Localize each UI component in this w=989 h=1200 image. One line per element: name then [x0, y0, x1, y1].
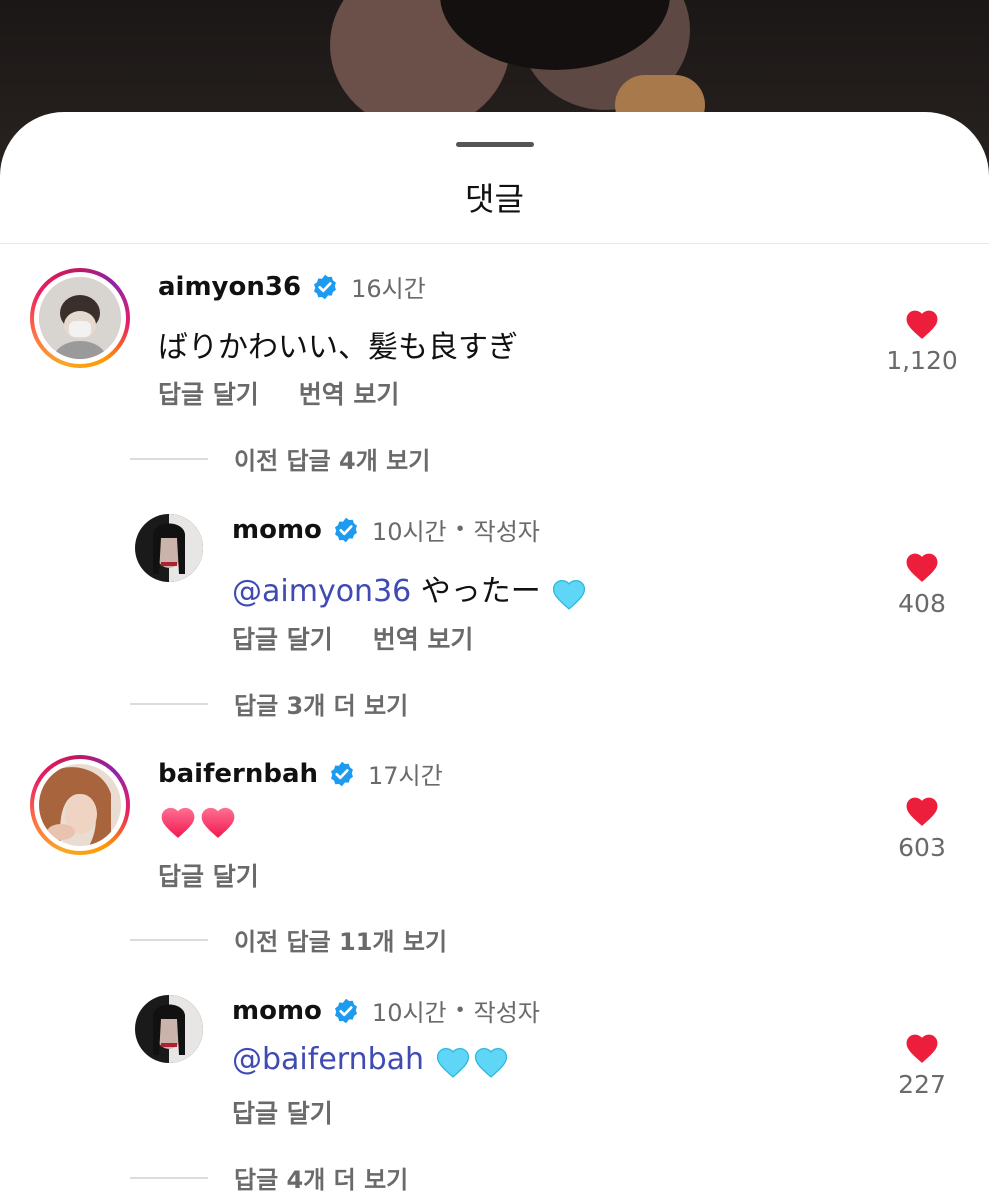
separator-dot: •: [456, 999, 464, 1021]
like-count: 227: [898, 1070, 946, 1099]
like-button[interactable]: 1,120: [877, 306, 967, 375]
view-replies-label: 답글 3개 더 보기: [234, 692, 409, 720]
avatar[interactable]: [135, 514, 203, 582]
view-replies-button[interactable]: 답글 4개 더 보기: [130, 1160, 408, 1195]
heart-icon: [906, 310, 938, 339]
comment-text: @aimyon36 やったー: [232, 566, 588, 610]
avatar[interactable]: [30, 268, 130, 368]
verified-badge-icon: [334, 517, 357, 542]
username[interactable]: baifernbah: [158, 759, 318, 789]
like-count: 408: [898, 589, 946, 618]
like-button[interactable]: 603: [877, 793, 967, 862]
light-blue-heart-icon: [474, 1047, 507, 1078]
author-tag: 작성자: [473, 518, 540, 546]
pink-heart-icon: [201, 807, 235, 838]
comment-time: 10시간: [371, 999, 447, 1027]
mention-link[interactable]: @aimyon36: [232, 574, 411, 609]
reply-button[interactable]: 답글 달기: [232, 1094, 333, 1130]
comment-time: 17시간: [368, 762, 443, 790]
avatar[interactable]: [30, 755, 130, 855]
translate-button[interactable]: 번역 보기: [373, 620, 474, 656]
author-tag: 작성자: [473, 999, 540, 1027]
reply-button[interactable]: 답글 달기: [158, 375, 259, 411]
header-divider: [0, 243, 989, 244]
comment-time: 10시간: [371, 518, 447, 546]
username[interactable]: momo: [232, 996, 322, 1026]
verified-badge-icon: [331, 761, 353, 786]
drag-handle-icon[interactable]: [456, 142, 534, 147]
comment-text-body: やったー: [411, 574, 541, 609]
username[interactable]: momo: [232, 515, 322, 545]
verified-badge-icon: [334, 998, 357, 1023]
comment-text: ばりかわいい、髪も良すぎ: [158, 330, 518, 365]
light-blue-heart-icon: [553, 579, 586, 610]
like-count: 603: [898, 833, 946, 862]
separator-dot: •: [456, 518, 464, 540]
heart-icon: [906, 553, 938, 582]
comment-time: 16시간: [351, 275, 426, 303]
avatar[interactable]: [135, 995, 203, 1063]
like-button[interactable]: 408: [877, 549, 967, 618]
reply-button[interactable]: 답글 달기: [232, 620, 333, 656]
comment-text: @baifernbah: [232, 1042, 510, 1078]
view-replies-button[interactable]: 이전 답글 4개 보기: [130, 441, 430, 476]
sheet-title: 댓글: [465, 180, 524, 218]
translate-button[interactable]: 번역 보기: [299, 375, 400, 411]
view-replies-label: 이전 답글 11개 보기: [234, 928, 448, 956]
heart-icon: [906, 1034, 938, 1063]
heart-icon: [906, 797, 938, 826]
pink-heart-icon: [161, 807, 195, 838]
like-count: 1,120: [886, 346, 958, 375]
view-replies-label: 이전 답글 4개 보기: [234, 447, 431, 475]
verified-badge-icon: [314, 274, 337, 299]
view-replies-label: 답글 4개 더 보기: [234, 1166, 409, 1194]
comment-text: [158, 802, 238, 839]
like-button[interactable]: 227: [877, 1030, 967, 1099]
username[interactable]: aimyon36: [158, 272, 301, 302]
view-replies-button[interactable]: 이전 답글 11개 보기: [130, 922, 447, 957]
mention-link[interactable]: @baifernbah: [232, 1042, 424, 1077]
light-blue-heart-icon: [436, 1047, 469, 1078]
reply-button[interactable]: 답글 달기: [158, 857, 259, 893]
view-replies-button[interactable]: 답글 3개 더 보기: [130, 686, 408, 721]
